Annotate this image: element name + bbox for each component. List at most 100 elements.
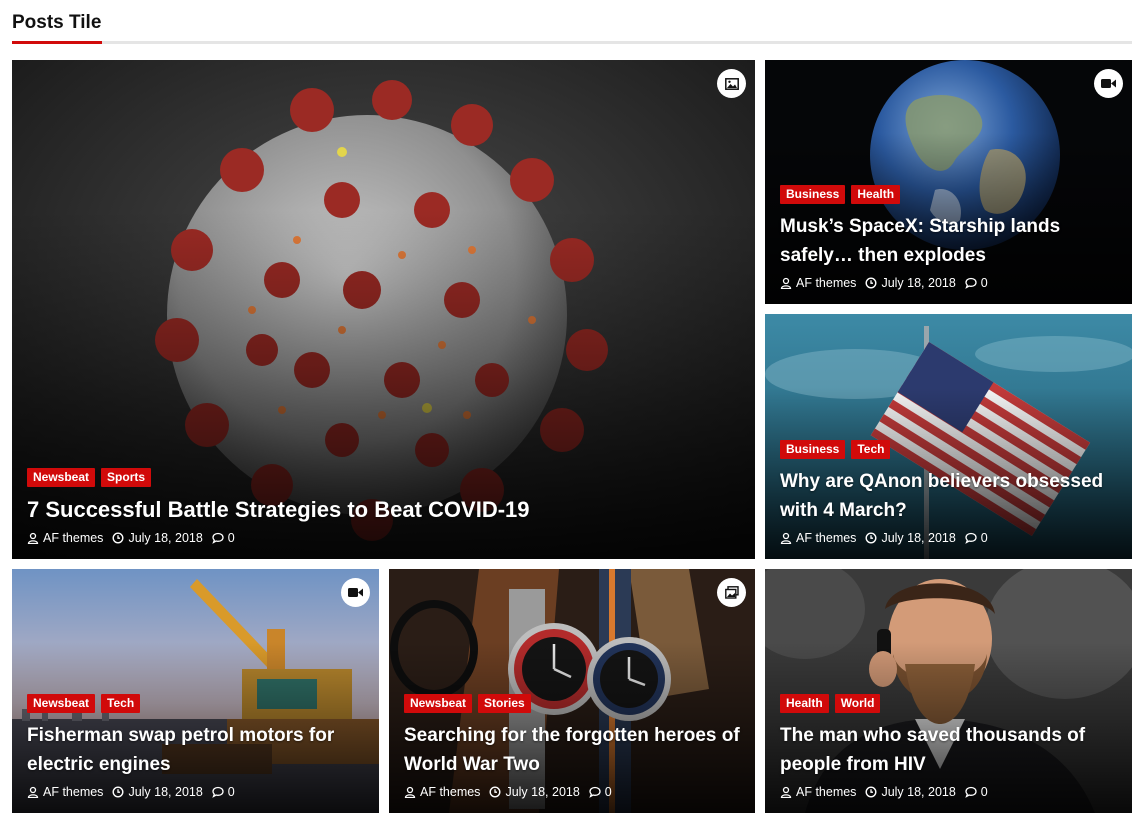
post-title[interactable]: The man who saved thousands of people fr… xyxy=(780,721,1117,779)
post-meta: AF themes July 18, 2018 0 xyxy=(780,276,1117,290)
post-date: July 18, 2018 xyxy=(489,785,580,799)
section-divider xyxy=(12,41,1132,44)
category-badge[interactable]: Stories xyxy=(478,694,531,713)
post-author[interactable]: AF themes xyxy=(780,531,856,545)
post-author[interactable]: AF themes xyxy=(27,785,103,799)
post-author[interactable]: AF themes xyxy=(780,785,856,799)
clock-icon xyxy=(865,786,877,798)
post-title[interactable]: Why are QAnon believers obsessed with 4 … xyxy=(780,467,1117,525)
post-meta: AF themes July 18, 2018 0 xyxy=(780,531,1117,545)
author-name: AF themes xyxy=(796,276,857,290)
user-icon xyxy=(780,532,792,544)
post-comments[interactable]: 0 xyxy=(212,785,235,799)
date-text: July 18, 2018 xyxy=(881,785,956,799)
clock-icon xyxy=(865,277,877,289)
author-name: AF themes xyxy=(43,785,104,799)
comment-icon xyxy=(212,786,224,798)
user-icon xyxy=(27,786,39,798)
post-content: Health World The man who saved thousands… xyxy=(780,694,1117,799)
post-date: July 18, 2018 xyxy=(865,531,956,545)
post-categories: Health World xyxy=(780,694,1117,713)
post-categories: Newsbeat Stories xyxy=(404,694,740,713)
author-name: AF themes xyxy=(420,785,481,799)
post-title[interactable]: Searching for the forgotten heroes of Wo… xyxy=(404,721,740,779)
date-text: July 18, 2018 xyxy=(881,276,956,290)
post-meta: AF themes July 18, 2018 0 xyxy=(404,785,740,799)
date-text: July 18, 2018 xyxy=(128,785,203,799)
post-categories: Business Tech xyxy=(780,440,1117,459)
author-name: AF themes xyxy=(43,531,104,545)
post-categories: Business Health xyxy=(780,185,1117,204)
comment-icon xyxy=(212,532,224,544)
post-comments[interactable]: 0 xyxy=(965,531,988,545)
post-title[interactable]: Musk’s SpaceX: Starship lands safely… th… xyxy=(780,212,1117,270)
post-comments[interactable]: 0 xyxy=(212,531,235,545)
image-icon xyxy=(717,69,746,98)
category-badge[interactable]: Business xyxy=(780,185,846,204)
post-meta: AF themes July 18, 2018 0 xyxy=(27,531,740,545)
post-author[interactable]: AF themes xyxy=(27,531,103,545)
clock-icon xyxy=(112,532,124,544)
author-name: AF themes xyxy=(796,531,857,545)
post-title[interactable]: 7 Successful Battle Strategies to Beat C… xyxy=(27,495,740,525)
post-meta: AF themes July 18, 2018 0 xyxy=(780,785,1117,799)
post-tile[interactable]: Business Tech Why are QAnon believers ob… xyxy=(765,314,1132,559)
post-comments[interactable]: 0 xyxy=(965,785,988,799)
date-text: July 18, 2018 xyxy=(505,785,580,799)
date-text: July 18, 2018 xyxy=(128,531,203,545)
category-badge[interactable]: Newsbeat xyxy=(27,468,96,487)
user-icon xyxy=(27,532,39,544)
clock-icon xyxy=(112,786,124,798)
category-badge[interactable]: Health xyxy=(780,694,829,713)
post-tile[interactable]: Business Health Musk’s SpaceX: Starship … xyxy=(765,60,1132,304)
category-badge[interactable]: World xyxy=(834,694,881,713)
category-badge[interactable]: Business xyxy=(780,440,846,459)
post-comments[interactable]: 0 xyxy=(589,785,612,799)
post-tile[interactable]: Health World The man who saved thousands… xyxy=(765,569,1132,813)
post-meta: AF themes July 18, 2018 0 xyxy=(27,785,364,799)
clock-icon xyxy=(489,786,501,798)
comment-icon xyxy=(589,786,601,798)
post-comments[interactable]: 0 xyxy=(965,276,988,290)
post-tile[interactable]: Newsbeat Stories Searching for the forgo… xyxy=(389,569,755,813)
post-content: Newsbeat Stories Searching for the forgo… xyxy=(404,694,740,799)
section-divider-accent xyxy=(12,41,102,44)
post-date: July 18, 2018 xyxy=(865,276,956,290)
post-categories: Newsbeat Tech xyxy=(27,694,364,713)
comment-count: 0 xyxy=(980,785,988,799)
video-icon xyxy=(1094,69,1123,98)
post-content: Newsbeat Sports 7 Successful Battle Stra… xyxy=(27,468,740,545)
comment-count: 0 xyxy=(980,531,988,545)
comment-count: 0 xyxy=(227,531,235,545)
category-badge[interactable]: Tech xyxy=(851,440,891,459)
gallery-icon xyxy=(717,578,746,607)
comment-icon xyxy=(965,532,977,544)
section-header: Posts Tile xyxy=(12,0,1132,46)
post-date: July 18, 2018 xyxy=(112,785,203,799)
user-icon xyxy=(780,277,792,289)
video-icon xyxy=(341,578,370,607)
post-tile-featured[interactable]: Newsbeat Sports 7 Successful Battle Stra… xyxy=(12,60,755,559)
category-badge[interactable]: Sports xyxy=(101,468,152,487)
post-title[interactable]: Fisherman swap petrol motors for electri… xyxy=(27,721,364,779)
comment-count: 0 xyxy=(980,276,988,290)
comment-icon xyxy=(965,277,977,289)
category-badge[interactable]: Tech xyxy=(101,694,141,713)
post-author[interactable]: AF themes xyxy=(780,276,856,290)
section-title: Posts Tile xyxy=(12,12,102,33)
comment-count: 0 xyxy=(604,785,612,799)
category-badge[interactable]: Newsbeat xyxy=(404,694,473,713)
category-badge[interactable]: Newsbeat xyxy=(27,694,96,713)
post-date: July 18, 2018 xyxy=(112,531,203,545)
category-badge[interactable]: Health xyxy=(851,185,901,204)
clock-icon xyxy=(865,532,877,544)
post-content: Business Tech Why are QAnon believers ob… xyxy=(780,440,1117,545)
post-categories: Newsbeat Sports xyxy=(27,468,740,487)
post-author[interactable]: AF themes xyxy=(404,785,480,799)
post-tile[interactable]: Newsbeat Tech Fisherman swap petrol moto… xyxy=(12,569,379,813)
author-name: AF themes xyxy=(796,785,857,799)
user-icon xyxy=(780,786,792,798)
post-content: Newsbeat Tech Fisherman swap petrol moto… xyxy=(27,694,364,799)
comment-count: 0 xyxy=(227,785,235,799)
post-content: Business Health Musk’s SpaceX: Starship … xyxy=(780,185,1117,290)
